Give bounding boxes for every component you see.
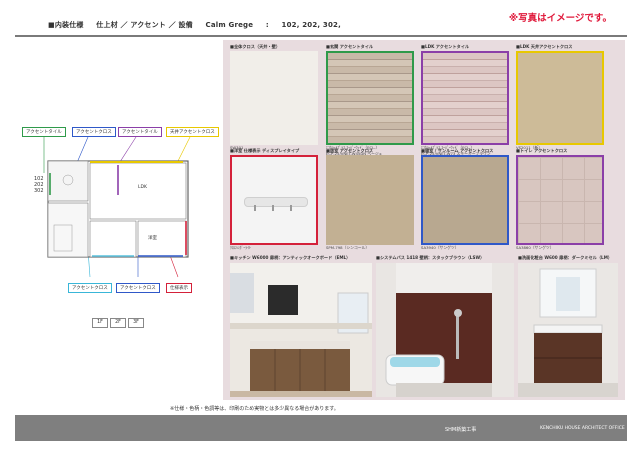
label-wall-display: 仕様表示 xyxy=(166,283,192,293)
plan-drawing xyxy=(43,136,191,278)
swatch-tile-5: ■洋室 仕様表示 ディスプレイタイプ ｸﾛｽﾊﾝｶﾞｰﾗｲﾄ xyxy=(230,148,318,251)
swatch-image xyxy=(326,51,414,145)
photo-bath: ■システムバス 1418 壁柄：スタックブラウン（LSW） xyxy=(376,255,514,397)
color-scheme-name: Calm Grege xyxy=(205,21,254,29)
swatch-label: ■洋室 仕様表示 ディスプレイタイプ xyxy=(230,148,300,153)
hook-shape xyxy=(290,205,292,211)
swatch-tile-4: ■LDK 天井アクセントクロス VS2011（新） xyxy=(516,44,604,151)
swatch-code: SPM-798（シンコール） xyxy=(326,245,370,250)
unit-number-list: 102 202 302 xyxy=(34,176,44,194)
swatch-tile-3: ■LDK アクセントタイル ｴｺｶﾗｯﾄﾌﾟﾗｽ ｽｰﾊﾟｰｳｯﾄﾞ（ECL-）… xyxy=(421,44,509,157)
swatch-image xyxy=(421,51,509,145)
hook-shape xyxy=(254,205,256,211)
photo-kitchen: ■キッチン W6000 扉柄：アンティックオークボード（EML） xyxy=(230,255,372,397)
unit-list: 102, 202, 302, xyxy=(281,21,341,29)
footer-note: ※仕様・色柄・色調等は、印刷のため実物とは多少異なる場合があります。 xyxy=(170,406,339,412)
swatch-image xyxy=(230,51,318,145)
footer-bar xyxy=(15,415,627,441)
swatch-image xyxy=(516,51,604,145)
section-label: ■内装仕様 xyxy=(48,21,84,29)
label-accent-cloth-bottom-2: アクセントクロス xyxy=(116,283,160,293)
swatch-tile-1: ■全体クロス（天井・壁） SW301 xyxy=(230,44,318,150)
swatch-label: ■トイレ アクセントクロス xyxy=(516,148,568,153)
swatch-label: ■玄関 アクセントタイル xyxy=(326,44,374,49)
swatch-code: SA3940（サンゲツ） xyxy=(421,245,459,250)
kitchen-image xyxy=(230,263,372,397)
swatch-image xyxy=(421,155,509,245)
swatch-tile-7: ■寝室 / サンルーム アクセントクロス SA3940（サンゲツ） xyxy=(421,148,509,251)
photo-caption: ■キッチン W6000 扉柄：アンティックオークボード（EML） xyxy=(230,255,351,260)
floor-plan-panel: アクセントタイル アクセントクロス アクセントタイル 天井アクセントクロス LD… xyxy=(18,125,219,330)
swatch-label: ■LDK 天井アクセントクロス xyxy=(516,44,573,49)
swatch-label: ■寝室 / サンルーム アクセントクロス xyxy=(421,148,494,153)
bath-image xyxy=(376,263,514,397)
room-bedroom: 洋室 xyxy=(148,236,157,241)
photo-washroom: ■洗面化粧台 W600 扉柄：ダークミセル（LM） xyxy=(518,255,618,397)
swatch-image xyxy=(230,155,318,245)
hook-shape xyxy=(272,205,274,211)
swatch-code: ｸﾛｽﾊﾝｶﾞｰﾗｲﾄ xyxy=(230,245,251,250)
separator: : xyxy=(265,21,269,29)
washroom-image xyxy=(518,263,618,397)
swatch-tile-2: ■玄関 アクセントタイル ｴｺｶﾗｯﾄﾌﾟﾗｽ ｽｰﾊﾟｰｳｯﾄﾞ（ECL-） … xyxy=(326,44,414,157)
room-ldk: LDK xyxy=(138,185,147,190)
swatch-tile-6: ■居室 アクセントクロス SPM-798（シンコール） xyxy=(326,148,414,251)
swatch-image xyxy=(516,155,604,245)
label-accent-cloth-bottom-1: アクセントクロス xyxy=(68,283,112,293)
floor-button-3f[interactable]: 3F xyxy=(128,318,144,328)
floor-button-2f[interactable]: 2F xyxy=(110,318,126,328)
image-note: ※写真はイメージです。 xyxy=(508,13,612,24)
category-label: 仕上材 ／ アクセント ／ 設備 xyxy=(96,21,193,29)
photo-caption: ■システムバス 1418 壁柄：スタックブラウン（LSW） xyxy=(376,255,485,260)
page-title: ■内装仕様 仕上材 ／ アクセント ／ 設備 Calm Grege : 102,… xyxy=(48,20,351,30)
swatch-image xyxy=(326,155,414,245)
swatch-tile-8: ■トイレ アクセントクロス SA3860（サンゲツ） xyxy=(516,148,604,251)
swatch-label: ■LDK アクセントタイル xyxy=(421,44,470,49)
floor-button-1f[interactable]: 1F xyxy=(92,318,108,328)
photo-caption: ■洗面化粧台 W600 扉柄：ダークミセル（LM） xyxy=(518,255,613,260)
swatch-label: ■居室 アクセントクロス xyxy=(326,148,374,153)
unit-302: 302 xyxy=(34,188,44,194)
swatch-label: ■全体クロス（天井・壁） xyxy=(230,44,281,49)
footer-company: SHM新築工事 xyxy=(445,427,477,433)
swatch-code: SA3860（サンゲツ） xyxy=(516,245,554,250)
header-divider xyxy=(15,35,627,37)
footer-office: KENCHIKU HOUSE ARCHITECT OFFICE xyxy=(540,426,625,431)
